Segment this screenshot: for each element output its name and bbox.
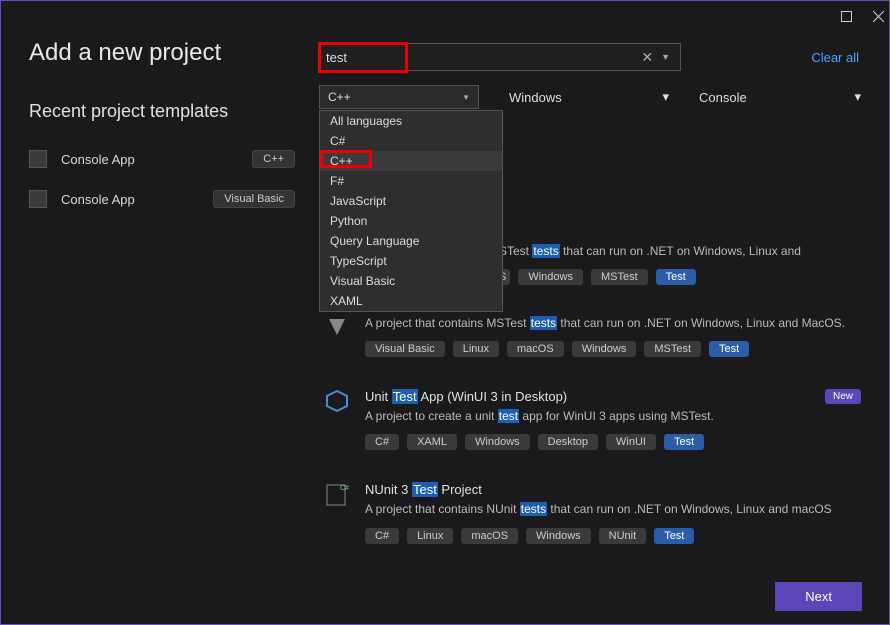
platform-filter-combo[interactable]: Windows ▾ bbox=[509, 89, 669, 105]
template-tag: Linux bbox=[407, 528, 453, 544]
template-tag: MSTest bbox=[591, 269, 648, 285]
language-option[interactable]: TypeScript bbox=[320, 251, 502, 271]
template-tag: Test bbox=[654, 528, 694, 544]
template-icon bbox=[29, 150, 47, 168]
search-box[interactable]: ✕ ▼ bbox=[319, 43, 681, 71]
template-desc: A project that contains NUnit tests that… bbox=[365, 501, 857, 517]
language-option[interactable]: Query Language bbox=[320, 231, 502, 251]
template-title: NUnit 3 Test Project bbox=[365, 482, 857, 497]
template-tag: macOS bbox=[507, 341, 564, 357]
left-panel: Add a new project Recent project templat… bbox=[29, 31, 319, 574]
recent-heading: Recent project templates bbox=[29, 101, 295, 122]
language-option[interactable]: Visual Basic bbox=[320, 271, 502, 291]
template-item[interactable]: A project that contains MSTest tests tha… bbox=[319, 309, 861, 363]
recent-template-label: Console App bbox=[61, 192, 203, 207]
recent-template-tag: C++ bbox=[252, 150, 295, 168]
clear-search-icon[interactable]: ✕ bbox=[637, 49, 657, 66]
template-tag: Visual Basic bbox=[365, 341, 445, 357]
clear-all-link[interactable]: Clear all bbox=[811, 50, 861, 65]
annotation-highlight bbox=[320, 150, 372, 168]
template-desc: STest tests that can run on .NET on Wind… bbox=[499, 243, 861, 259]
search-input[interactable] bbox=[326, 50, 637, 65]
template-icon bbox=[323, 389, 351, 417]
language-filter-value: C++ bbox=[328, 90, 351, 104]
recent-template-item[interactable]: Console App Visual Basic bbox=[29, 190, 295, 208]
language-option[interactable]: XAML bbox=[320, 291, 502, 311]
template-tag: MSTest bbox=[644, 341, 701, 357]
template-tag: Windows bbox=[518, 269, 583, 285]
next-button[interactable]: Next bbox=[775, 582, 862, 611]
template-tag: Test bbox=[656, 269, 696, 285]
template-item[interactable]: New Unit Test App (WinUI 3 in Desktop) A… bbox=[319, 383, 861, 456]
close-icon[interactable] bbox=[871, 9, 885, 23]
template-tag: C# bbox=[365, 528, 399, 544]
template-tag: macOS bbox=[461, 528, 518, 544]
recent-template-item[interactable]: Console App C++ bbox=[29, 150, 295, 168]
template-tag: WinUI bbox=[606, 434, 656, 450]
search-dropdown-icon[interactable]: ▼ bbox=[657, 52, 674, 62]
platform-filter-value: Windows bbox=[509, 90, 562, 105]
language-option[interactable]: F# bbox=[320, 171, 502, 191]
template-desc: A project to create a unit test app for … bbox=[365, 408, 857, 424]
template-tag: Linux bbox=[453, 341, 499, 357]
template-title: Unit Test App (WinUI 3 in Desktop) bbox=[365, 389, 857, 404]
template-icon: C# bbox=[323, 482, 351, 510]
template-tag: C# bbox=[365, 434, 399, 450]
recent-template-label: Console App bbox=[61, 152, 242, 167]
template-item[interactable]: STest tests that can run on .NET on Wind… bbox=[499, 243, 861, 285]
right-panel: ✕ ▼ Clear all C++ ▼ All languages C# C++… bbox=[319, 31, 861, 574]
project-type-filter-combo[interactable]: Console ▾ bbox=[699, 89, 861, 105]
project-type-filter-value: Console bbox=[699, 90, 747, 105]
new-badge: New bbox=[825, 389, 861, 404]
maximize-icon[interactable] bbox=[839, 9, 853, 23]
template-desc: A project that contains MSTest tests tha… bbox=[365, 315, 857, 331]
title-bar bbox=[1, 1, 889, 31]
template-tag: Windows bbox=[465, 434, 530, 450]
language-option[interactable]: C# bbox=[320, 131, 502, 151]
page-title: Add a new project bbox=[29, 39, 295, 67]
chevron-down-icon: ▾ bbox=[662, 89, 669, 105]
template-tag: Desktop bbox=[538, 434, 598, 450]
language-option[interactable]: Python bbox=[320, 211, 502, 231]
template-tag: Test bbox=[664, 434, 704, 450]
language-filter-combo[interactable]: C++ ▼ All languages C# C++ F# JavaScript… bbox=[319, 85, 479, 109]
template-icon bbox=[323, 315, 351, 343]
template-tag: NUnit bbox=[599, 528, 647, 544]
template-icon bbox=[29, 190, 47, 208]
svg-text:C#: C# bbox=[340, 485, 349, 492]
template-tag: XAML bbox=[407, 434, 457, 450]
template-tag: Windows bbox=[526, 528, 591, 544]
language-option[interactable]: All languages bbox=[320, 111, 502, 131]
language-option[interactable]: C++ bbox=[320, 151, 502, 171]
template-item[interactable]: C# NUnit 3 Test Project A project that c… bbox=[319, 476, 861, 549]
recent-template-tag: Visual Basic bbox=[213, 190, 295, 208]
template-list: A project that contains MSTest tests tha… bbox=[319, 309, 861, 550]
language-option[interactable]: JavaScript bbox=[320, 191, 502, 211]
template-tag: Test bbox=[709, 341, 749, 357]
chevron-down-icon: ▼ bbox=[462, 93, 470, 102]
language-dropdown: All languages C# C++ F# JavaScript Pytho… bbox=[319, 110, 503, 312]
chevron-down-icon: ▾ bbox=[854, 89, 861, 105]
template-tag: Windows bbox=[572, 341, 637, 357]
